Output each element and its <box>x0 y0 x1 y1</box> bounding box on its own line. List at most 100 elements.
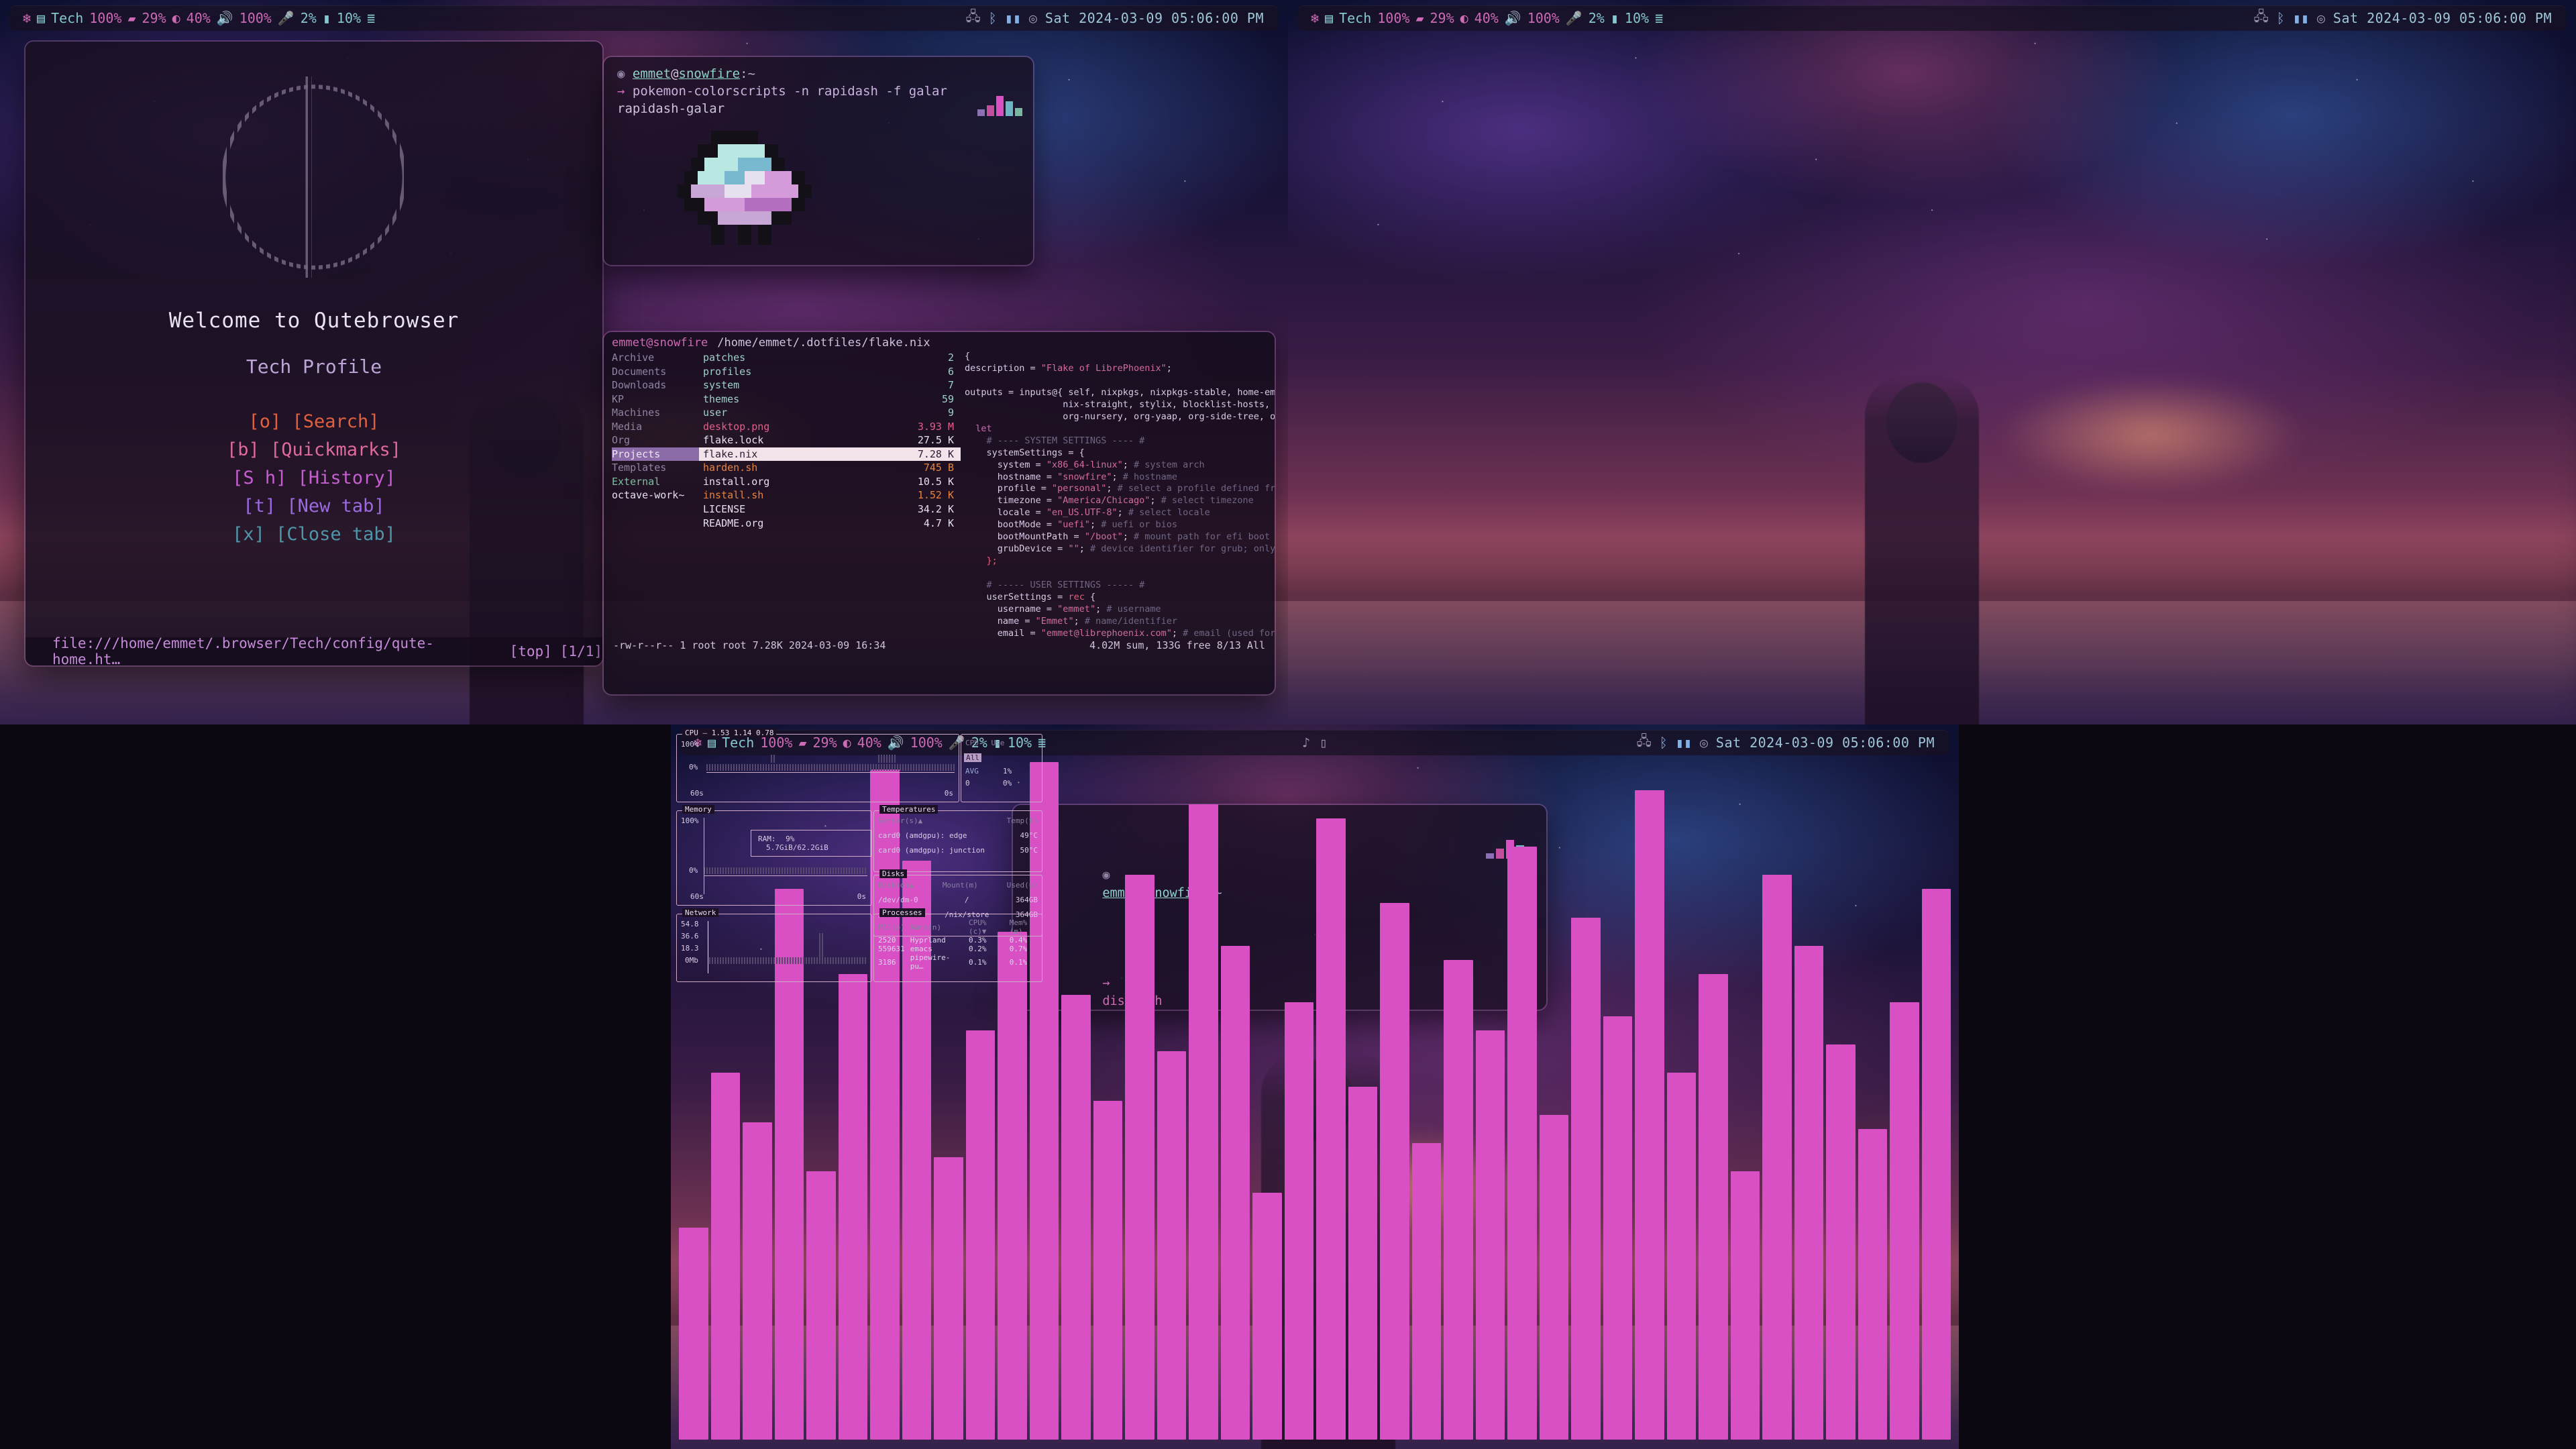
list-item[interactable]: [x] [Close tab] <box>227 522 401 548</box>
brightness-value: 29% <box>142 10 166 26</box>
list-item[interactable]: octave-work~ <box>612 488 699 502</box>
list-item[interactable]: [S h] [History] <box>227 466 401 492</box>
list-item[interactable]: Org <box>612 433 699 447</box>
ranger-status-left: -rw-r--r-- 1 root root 7.28K 2024-03-09 … <box>613 639 886 651</box>
list-item[interactable]: Archive <box>612 351 699 365</box>
waybar-monitor-1[interactable]: ❄ ▤ Tech 100% ▰ 29% ◐ 40% 🔊 100% 🎤 2% ▮ … <box>9 5 1279 31</box>
ranger-file-name: README.org <box>703 517 764 529</box>
volume-icon[interactable]: 🔊 <box>1505 10 1521 26</box>
waybar-left-modules-2: ❄ ▤ Tech 100% ▰ 29% ◐ 40% 🔊 100% 🎤 2% ▮ … <box>1304 10 1670 26</box>
volume-value: 40% <box>1474 10 1499 26</box>
microphone-icon[interactable]: 🎤 <box>1566 10 1582 26</box>
ranger-file-size: 9 <box>947 407 954 419</box>
nix-snowflake-icon[interactable]: ❄ <box>23 10 31 26</box>
table-row[interactable]: system 7 <box>699 378 961 392</box>
list-item[interactable]: Machines <box>612 406 699 420</box>
preview-line: { <box>965 351 971 362</box>
ranger-path: /home/emmet/.dotfiles/flake.nix <box>717 336 930 350</box>
microphone-icon[interactable]: 🎤 <box>278 10 294 26</box>
list-item[interactable]: Templates <box>612 461 699 475</box>
ranger-file-size: 4.7 K <box>923 517 954 529</box>
list-item[interactable]: Media <box>612 420 699 434</box>
ranger-file-name: themes <box>703 392 740 405</box>
workspace-label[interactable]: Tech <box>1339 10 1371 26</box>
table-row[interactable]: patches 2 <box>699 351 961 365</box>
ranger-statusbar: -rw-r--r-- 1 root root 7.28K 2024-03-09 … <box>604 638 1275 653</box>
status-tabs: [1/1] <box>559 643 602 659</box>
battery-value: 100% <box>89 10 122 26</box>
list-item[interactable]: Projects <box>612 447 699 462</box>
ranger-file-name: harden.sh <box>703 462 758 474</box>
qutebrowser-window[interactable]: Welcome to Qutebrowser Tech Profile [o] … <box>25 42 602 665</box>
page-subtitle: Tech Profile <box>246 356 382 378</box>
list-item[interactable]: Downloads <box>612 378 699 392</box>
btop-processes-box[interactable]: Processes PID(p) Name(n) CPU%(c)▼ Mem%(m… <box>873 908 1043 982</box>
workspace-label[interactable]: Tech <box>51 10 83 26</box>
shortcut-key: [x] <box>232 523 265 545</box>
ranger-file-manager-window[interactable]: emmet@snowfire /home/emmet/.dotfiles/fla… <box>604 332 1275 694</box>
bluetooth-icon[interactable]: ᛒ <box>989 10 997 26</box>
table-row[interactable]: flake.lock 27.5 K <box>699 433 961 447</box>
preview-line: org-nursery, org-yaap, org-side-tree, or… <box>1063 411 1275 422</box>
list-item[interactable]: [o] [Search] <box>227 409 401 435</box>
preview-line: hostname = "snowfire"; # hostname <box>965 471 1177 482</box>
preview-line <box>965 375 1275 387</box>
table-row[interactable]: profiles 6 <box>699 365 961 379</box>
list-item[interactable]: [t] [New tab] <box>227 494 401 520</box>
bluetooth-icon[interactable]: ᛒ <box>2277 10 2285 26</box>
signal-icon[interactable]: ▮▮ <box>1005 10 1021 26</box>
list-item[interactable]: KP <box>612 392 699 407</box>
clock[interactable]: Sat 2024-03-09 05:06:00 PM <box>1045 10 1264 26</box>
qutebrowser-statusline: file:///home/emmet/.browser/Tech/config/… <box>25 635 602 665</box>
ranger-file-size: 2 <box>947 352 954 364</box>
table-row[interactable]: desktop.png 3.93 M <box>699 420 961 434</box>
list-item[interactable]: [b] [Quickmarks] <box>227 437 401 464</box>
preview-line: bootMountPath = "/boot"; # mount path fo… <box>965 531 1271 543</box>
preview-line: # ---- SYSTEM SETTINGS ---- # <box>965 435 1145 446</box>
table-row[interactable]: user 9 <box>699 406 961 420</box>
list-item[interactable]: External <box>612 475 699 489</box>
list-item[interactable]: Documents <box>612 365 699 379</box>
rapidash-galar-sprite <box>678 131 812 245</box>
ranger-file-size: 3.93 M <box>917 420 954 433</box>
table-row[interactable]: flake.nix 7.28 K <box>699 447 961 462</box>
ranger-parent-column[interactable]: Archive Documents Downloads KP Machines Media… <box>604 351 699 638</box>
memory-value: 2% <box>300 10 317 26</box>
ranger-file-name: install.sh <box>703 489 764 502</box>
table-row[interactable]: harden.sh 745 B <box>699 461 961 475</box>
ranger-file-column[interactable]: patches 2 profiles 6 system 7 themes 59 user 9 des… <box>699 351 961 638</box>
ranger-file-size: 34.2 K <box>917 503 954 516</box>
preview-line: description = "Flake of LibrePhoenix"; <box>965 362 1172 374</box>
disc-icon[interactable]: ◎ <box>2317 10 2325 26</box>
ranger-file-name: user <box>703 407 728 419</box>
no-network-icon[interactable]: 🖧 <box>2253 7 2268 30</box>
table-row[interactable]: themes 59 <box>699 392 961 407</box>
clock[interactable]: Sat 2024-03-09 05:06:00 PM <box>2333 10 2552 26</box>
pokemon-terminal-window[interactable]: ◉ emmet@snowfire:~ → pokemon-colorscript… <box>604 57 1033 265</box>
waybar-monitor-2[interactable]: ❄ ▤ Tech 100% ▰ 29% ◐ 40% 🔊 100% 🎤 2% ▮ … <box>1297 5 2567 31</box>
status-scroll: [top] <box>509 643 552 659</box>
table-row[interactable]: 559631 emacs 0.2% 0.7% <box>875 945 1043 953</box>
shortcut-label: [Quickmarks] <box>270 439 402 460</box>
no-network-icon[interactable]: 🖧 <box>965 7 980 30</box>
ranger-titlebar: emmet@snowfire /home/emmet/.dotfiles/fla… <box>604 332 1275 351</box>
table-row[interactable]: install.sh 1.52 K <box>699 488 961 502</box>
preview-line: timezone = "America/Chicago"; # select t… <box>965 495 1254 506</box>
ranger-file-size: 7 <box>947 379 954 392</box>
volume-icon[interactable]: 🔊 <box>217 10 233 26</box>
signal-icon[interactable]: ▮▮ <box>2293 10 2309 26</box>
btop-network-box[interactable]: Network 54.8 36.6 18.3 0Mb <box>676 908 872 982</box>
qutebrowser-logo <box>193 76 435 278</box>
table-row[interactable]: install.org 10.5 K <box>699 475 961 489</box>
shortcut-key: [o] <box>248 411 282 432</box>
table-row[interactable]: 3186 pipewire-pu… 0.1% 0.1% <box>875 953 1043 971</box>
btop-proc-pid: 559631 <box>878 945 905 953</box>
nix-snowflake-icon[interactable]: ❄ <box>1311 10 1319 26</box>
workspace-icon[interactable]: ▤ <box>37 10 45 26</box>
table-row[interactable]: README.org 4.7 K <box>699 517 961 531</box>
disc-icon[interactable]: ◎ <box>1029 10 1037 26</box>
brightness-icon: ◐ <box>1460 10 1468 26</box>
waybar-left-modules: ❄ ▤ Tech 100% ▰ 29% ◐ 40% 🔊 100% 🎤 2% ▮ … <box>16 10 382 26</box>
table-row[interactable]: LICENSE 34.2 K <box>699 502 961 517</box>
workspace-icon[interactable]: ▤ <box>1325 10 1333 26</box>
